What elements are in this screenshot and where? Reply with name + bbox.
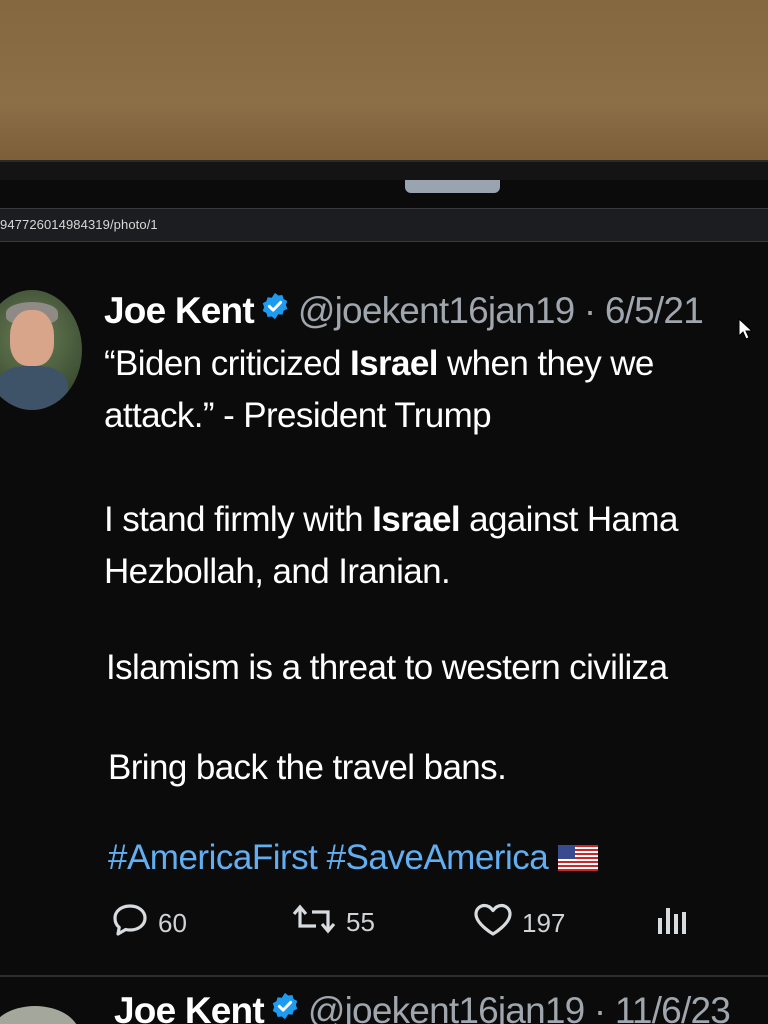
scroll-handle[interactable] bbox=[405, 180, 500, 193]
like-icon bbox=[472, 902, 514, 945]
author-name[interactable]: Joe Kent bbox=[104, 290, 255, 331]
tweet-text-line-6: Bring back the travel bans. bbox=[108, 748, 507, 787]
reply-button[interactable]: 60 bbox=[110, 902, 187, 945]
like-count: 197 bbox=[522, 908, 566, 938]
tweet-text-line-3: I stand firmly with Israel against Hama bbox=[104, 500, 678, 539]
tweet-header: Joe Kent @joekent16jan19 · 6/5/21 bbox=[104, 288, 704, 332]
address-bar[interactable]: 947726014984319/photo/1 bbox=[0, 208, 768, 242]
tweet-divider bbox=[0, 975, 768, 977]
handle-and-date[interactable]: @joekent16jan19 · 6/5/21 bbox=[298, 290, 704, 331]
mouse-cursor-icon bbox=[738, 317, 754, 345]
next-tweet[interactable]: Joe Kent @joekent16jan19 · 11/6/23 bbox=[0, 990, 768, 1024]
avatar[interactable] bbox=[0, 290, 82, 410]
verified-badge-icon bbox=[260, 288, 290, 330]
retweet-button[interactable]: 55 bbox=[290, 902, 375, 943]
tweet-text-line-2: attack.” - President Trump bbox=[104, 396, 492, 435]
tweet-text-line-4: Hezbollah, and Iranian. bbox=[104, 552, 451, 591]
author-name[interactable]: Joe Kent bbox=[114, 990, 265, 1024]
background-wall bbox=[0, 0, 768, 170]
reply-icon bbox=[110, 902, 150, 945]
avatar[interactable] bbox=[0, 1006, 80, 1024]
analytics-button[interactable] bbox=[654, 902, 690, 945]
browser-screen: 947726014984319/photo/1 Joe Kent @joekent… bbox=[0, 180, 768, 1024]
monitor-bezel bbox=[0, 160, 768, 182]
tweet-text-line-1: “Biden criticized Israel when they we bbox=[104, 344, 654, 383]
us-flag-icon bbox=[558, 840, 599, 880]
tweet-actions: 60 55 197 bbox=[110, 898, 768, 942]
analytics-icon bbox=[654, 902, 690, 945]
verified-badge-icon bbox=[270, 988, 300, 1024]
tweet-header: Joe Kent @joekent16jan19 · 11/6/23 bbox=[114, 988, 731, 1024]
url-text[interactable]: 947726014984319/photo/1 bbox=[0, 217, 158, 232]
hashtags[interactable]: #AmericaFirst #SaveAmerica bbox=[108, 838, 599, 880]
hashtag-links[interactable]: #AmericaFirst #SaveAmerica bbox=[108, 838, 549, 877]
tweet-text-line-5: Islamism is a threat to western civiliza bbox=[106, 648, 668, 687]
retweet-count: 55 bbox=[346, 907, 375, 937]
tweet[interactable]: Joe Kent @joekent16jan19 · 6/5/21 “Biden … bbox=[0, 268, 768, 980]
handle-and-date[interactable]: @joekent16jan19 · 11/6/23 bbox=[308, 990, 731, 1024]
like-button[interactable]: 197 bbox=[472, 902, 565, 945]
reply-count: 60 bbox=[158, 908, 187, 938]
retweet-icon bbox=[290, 902, 338, 943]
